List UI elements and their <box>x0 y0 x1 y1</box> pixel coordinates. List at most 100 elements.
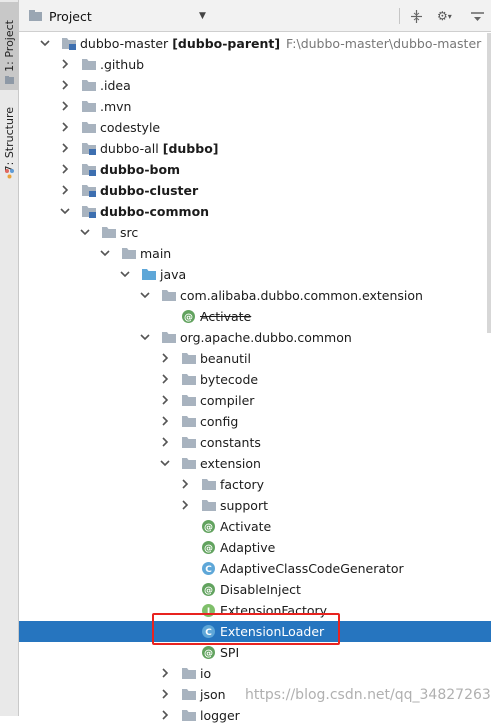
node-name: AdaptiveClassCodeGenerator <box>220 561 404 576</box>
tree-row[interactable]: java <box>19 264 491 285</box>
chevron-right-icon[interactable] <box>159 688 171 700</box>
node-name: SPI <box>220 645 240 660</box>
chevron-down-icon[interactable] <box>159 457 171 469</box>
chevron-down-icon[interactable]: ▼ <box>199 0 206 32</box>
chevron-right-icon[interactable] <box>159 667 171 679</box>
chevron-down-icon[interactable] <box>59 205 71 217</box>
folder-icon <box>81 99 97 114</box>
tree-row[interactable]: main <box>19 243 491 264</box>
folder-icon <box>181 435 197 450</box>
folder-icon <box>201 477 217 492</box>
chevron-right-icon[interactable] <box>59 100 71 112</box>
module-folder-icon <box>81 183 97 198</box>
tree-row[interactable]: extension <box>19 453 491 474</box>
tree-row[interactable]: factory <box>19 474 491 495</box>
svg-text:@: @ <box>204 544 213 554</box>
chevron-right-icon[interactable] <box>59 121 71 133</box>
module-folder-icon <box>61 36 77 51</box>
tree-row[interactable]: constants <box>19 432 491 453</box>
chevron-right-icon[interactable] <box>59 163 71 175</box>
tool-window-strip: 1: Project 7: Structure <box>0 0 19 716</box>
node-name: dubbo-master <box>80 36 169 51</box>
node-name: dubbo-cluster <box>100 183 199 198</box>
chevron-right-icon[interactable] <box>59 58 71 70</box>
chevron-down-icon[interactable] <box>39 37 51 49</box>
chevron-right-icon[interactable] <box>179 499 191 511</box>
node-name: dubbo-all <box>100 141 159 156</box>
chevron-down-icon[interactable] <box>139 289 151 301</box>
chevron-right-icon[interactable] <box>59 79 71 91</box>
tree-row[interactable]: dubbo-master [dubbo-parent] F:\dubbo-maste… <box>19 33 491 54</box>
tree-row[interactable]: .mvn <box>19 96 491 117</box>
tree-row[interactable]: dubbo-common <box>19 201 491 222</box>
chevron-right-icon[interactable] <box>59 142 71 154</box>
node-name: factory <box>220 477 265 492</box>
chevron-down-icon[interactable] <box>99 247 111 259</box>
tree-row[interactable]: src <box>19 222 491 243</box>
chevron-right-icon[interactable] <box>59 184 71 196</box>
tree-row[interactable]: @ DisableInject <box>19 579 491 600</box>
project-panel-header: Project ▼ ⚙ ▾ <box>19 0 491 32</box>
collapse-all-icon[interactable] <box>410 0 423 32</box>
tree-row[interactable]: compiler <box>19 390 491 411</box>
tree-row[interactable]: dubbo-cluster <box>19 180 491 201</box>
tree-row[interactable]: beanutil <box>19 348 491 369</box>
tree-row[interactable]: @ Activate <box>19 516 491 537</box>
tree-row[interactable]: @ SPI <box>19 642 491 663</box>
tree-row-label: compiler <box>200 390 254 411</box>
chevron-right-icon[interactable] <box>159 394 171 406</box>
tree-row[interactable]: C AdaptiveClassCodeGenerator <box>19 558 491 579</box>
node-name: .mvn <box>100 99 132 114</box>
tree-row-label: dubbo-all [dubbo] <box>100 138 219 159</box>
highlight-annotation-box <box>152 613 340 645</box>
tree-row-label: constants <box>200 432 261 453</box>
header-divider <box>399 8 400 24</box>
tree-row[interactable]: @ Adaptive <box>19 537 491 558</box>
project-view-title[interactable]: Project <box>49 0 92 32</box>
tree-row[interactable]: org.apache.dubbo.common <box>19 327 491 348</box>
annotation-icon: @ <box>201 645 217 660</box>
tree-row[interactable]: codestyle <box>19 117 491 138</box>
tree-row[interactable]: support <box>19 495 491 516</box>
tree-row-label: Activate <box>220 516 271 537</box>
folder-icon <box>181 351 197 366</box>
tree-row-label: DisableInject <box>220 579 301 600</box>
annotation-icon: @ <box>201 582 217 597</box>
tree-row-label: bytecode <box>200 369 258 390</box>
tree-row-label: config <box>200 411 238 432</box>
chevron-right-icon[interactable] <box>159 373 171 385</box>
tree-row[interactable]: .github <box>19 54 491 75</box>
tree-row-label: dubbo-common <box>100 201 209 222</box>
chevron-right-icon[interactable] <box>159 436 171 448</box>
chevron-down-icon[interactable] <box>79 226 91 238</box>
node-name: .idea <box>100 78 131 93</box>
tree-row-label: .github <box>100 54 144 75</box>
vertical-scrollbar[interactable] <box>487 33 491 333</box>
tree-row[interactable]: com.alibaba.dubbo.common.extension <box>19 285 491 306</box>
tree-row-label: src <box>120 222 138 243</box>
chevron-right-icon[interactable] <box>159 415 171 427</box>
structure-tool-tab-label: 7: Structure <box>3 107 16 173</box>
folder-icon <box>101 225 117 240</box>
chevron-right-icon[interactable] <box>179 478 191 490</box>
tree-row[interactable]: .idea <box>19 75 491 96</box>
gear-icon[interactable]: ⚙ ▾ <box>437 0 452 32</box>
chevron-right-icon[interactable] <box>159 709 171 721</box>
hide-icon[interactable] <box>471 0 484 32</box>
node-name: org.apache.dubbo.common <box>180 330 352 345</box>
tree-row[interactable]: bytecode <box>19 369 491 390</box>
tree-row-label: extension <box>200 453 261 474</box>
tree-row[interactable]: dubbo-all [dubbo] <box>19 138 491 159</box>
tree-row[interactable]: @ Activate <box>19 306 491 327</box>
chevron-down-icon[interactable] <box>139 331 151 343</box>
structure-icon <box>4 167 15 179</box>
node-name: extension <box>200 456 261 471</box>
module-qualifier: [dubbo] <box>162 141 219 156</box>
tree-row[interactable]: config <box>19 411 491 432</box>
class-icon: C <box>201 561 217 576</box>
tree-row[interactable]: io <box>19 663 491 684</box>
node-name: .github <box>100 57 145 72</box>
chevron-right-icon[interactable] <box>159 352 171 364</box>
tree-row[interactable]: dubbo-bom <box>19 159 491 180</box>
chevron-down-icon[interactable] <box>119 268 131 280</box>
